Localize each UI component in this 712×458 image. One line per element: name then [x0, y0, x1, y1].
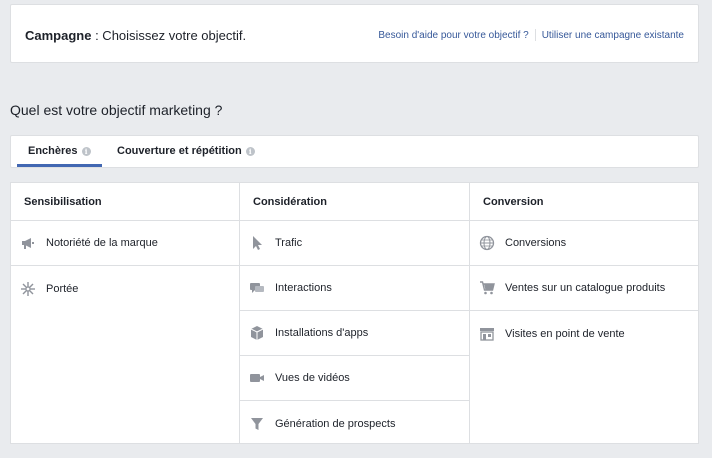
cube-icon: [248, 324, 266, 342]
campaign-header: Campagne : Choisissez votre objectif. Be…: [10, 4, 699, 63]
reach-snowflake-icon: [19, 280, 37, 298]
objective-portee[interactable]: Portée: [11, 266, 239, 311]
storefront-icon: [478, 325, 496, 343]
objective-label: Interactions: [275, 282, 332, 294]
objective-label: Portée: [46, 282, 79, 295]
objective-ventes-catalogue[interactable]: Ventes sur un catalogue produits: [470, 266, 698, 311]
chat-bubbles-icon: [248, 279, 266, 297]
tab-couverture-repetition[interactable]: Couverture et répétition i: [115, 136, 257, 168]
column-header-sensibilisation: Sensibilisation: [11, 183, 239, 221]
info-icon[interactable]: i: [81, 146, 91, 156]
objective-label: Ventes sur un catalogue produits: [505, 282, 666, 294]
objective-label: Installations d'apps: [275, 327, 369, 339]
objective-generation-prospects[interactable]: Génération de prospects: [240, 401, 469, 446]
video-camera-icon: [248, 369, 266, 387]
objective-conversions[interactable]: Conversions: [470, 221, 698, 266]
objective-notoriete-marque[interactable]: Notoriété de la marque: [11, 221, 239, 266]
link-separator: [534, 29, 536, 41]
cursor-icon: [248, 234, 266, 252]
funnel-icon: [248, 415, 266, 433]
column-sensibilisation: Sensibilisation Notoriété de la marque P…: [11, 183, 240, 443]
column-consideration: Considération Trafic Interactions Instal…: [240, 183, 470, 443]
header-links: Besoin d'aide pour votre objectif ? Util…: [378, 29, 684, 41]
marketing-objective-question: Quel est votre objectif marketing ?: [10, 102, 223, 118]
objective-help-link[interactable]: Besoin d'aide pour votre objectif ?: [378, 30, 528, 41]
column-header-conversion: Conversion: [470, 183, 698, 221]
info-icon[interactable]: i: [245, 146, 255, 156]
objective-grid: Sensibilisation Notoriété de la marque P…: [10, 182, 699, 444]
objective-vues-videos[interactable]: Vues de vidéos: [240, 356, 469, 401]
objective-installations-apps[interactable]: Installations d'apps: [240, 311, 469, 356]
objective-visites-point-vente[interactable]: Visites en point de vente: [470, 311, 698, 356]
megaphone-icon: [19, 234, 37, 252]
use-existing-campaign-link[interactable]: Utiliser une campagne existante: [542, 30, 684, 41]
column-conversion: Conversion Conversions Ventes sur un cat…: [470, 183, 698, 443]
objective-label: Vues de vidéos: [275, 372, 350, 384]
objective-label: Notoriété de la marque: [46, 237, 158, 249]
objective-interactions[interactable]: Interactions: [240, 266, 469, 311]
tab-encheres[interactable]: Enchères i: [17, 136, 102, 168]
objective-trafic[interactable]: Trafic: [240, 221, 469, 266]
choose-objective-text: : Choisissez votre objectif.: [91, 28, 247, 43]
tab-couverture-label: Couverture et répétition: [117, 145, 242, 157]
page-title: Campagne : Choisissez votre objectif.: [25, 28, 246, 43]
campaign-label: Campagne: [25, 28, 92, 43]
objective-label: Trafic: [275, 237, 303, 249]
tab-encheres-label: Enchères: [28, 145, 78, 157]
objective-label: Conversions: [505, 237, 567, 249]
shopping-cart-icon: [478, 279, 496, 297]
objective-label: Visites en point de vente: [505, 327, 625, 340]
buying-type-tabs: Enchères i Couverture et répétition i: [10, 135, 699, 168]
column-header-consideration: Considération: [240, 183, 469, 221]
globe-icon: [478, 234, 496, 252]
objective-label: Génération de prospects: [275, 417, 396, 430]
